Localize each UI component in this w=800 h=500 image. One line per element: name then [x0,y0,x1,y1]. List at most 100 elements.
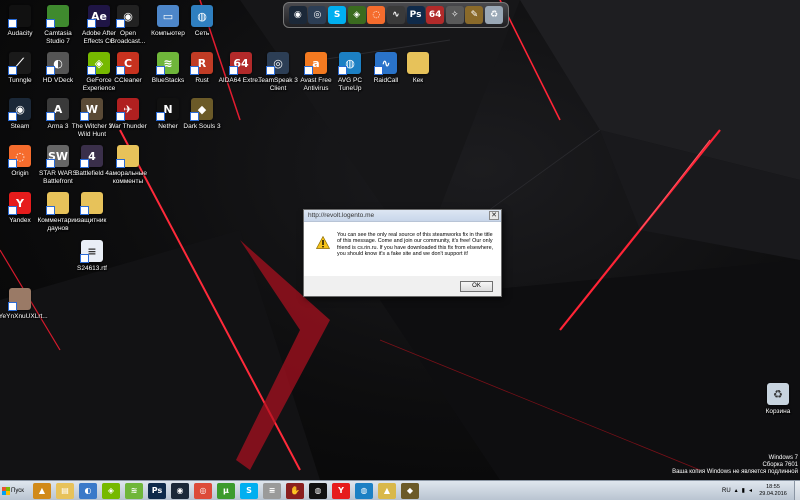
camtasia-icon [46,5,69,28]
icon-camtasia[interactable]: Camtasia Studio 7 [38,5,78,45]
windows-watermark: Windows 7 Сборка 7601 Ваша копия Windows… [672,455,798,476]
dark-souls3-icon: ◆ [190,98,213,121]
taskbar-razer-icon[interactable]: ◍ [309,482,327,499]
desktop-icon-label: Корзина [765,408,791,415]
raidcall-icon: ∿ [374,52,397,75]
dock-photoshop-icon[interactable]: Ps [406,6,425,24]
rtf-file-icon: ≡ [80,240,103,263]
taskbar-bluestacks-icon[interactable]: ≋ [125,482,143,499]
icon-steam[interactable]: ◉ Steam [0,98,40,131]
taskbar-steam-icon[interactable]: ◉ [171,482,189,499]
dialog-titlebar[interactable]: http://revolt.logento.me ✕ [304,210,501,222]
teamspeak-icon: ◎ [266,52,289,75]
taskbar-darksouls-icon[interactable]: ◆ [401,482,419,499]
taskbar-yandex-icon[interactable]: Y [332,482,350,499]
taskbar-nvidia-icon[interactable]: ◈ [102,482,120,499]
icon-network[interactable]: ◍ Сеть [182,5,222,38]
taskbar-utorrent-icon[interactable]: μ [217,482,235,499]
star-wars-icon: SW [46,145,69,168]
taskbar-avg-icon[interactable]: ◍ [355,482,373,499]
taskbar-skype-icon[interactable]: S [240,482,258,499]
audacity-icon [8,5,31,28]
icon-kek[interactable]: Кек [398,52,438,85]
dock-recycle-icon[interactable]: ♻ [485,6,504,24]
icon-image-file[interactable]: fYeYnXnuUXLrt... [0,288,48,321]
icon-zashchitnik[interactable]: защитник [72,192,112,225]
icon-tunngle[interactable]: ⟋ Tunngle [0,52,40,85]
taskbar-chrome-icon[interactable]: ◎ [194,482,212,499]
dock-paint-icon[interactable]: ✎ [465,6,484,24]
desktop-icon-label: Dark Souls 3 [183,123,221,130]
dock-origin-icon[interactable]: ◌ [367,6,386,24]
nether-icon: N [156,98,179,121]
taskbar-app-icon[interactable]: ▲ [378,482,396,499]
dock-geforce-icon[interactable]: ◈ [347,6,366,24]
icon-recycle-bin[interactable]: ♻ Корзина [758,383,798,416]
hd-vdeck-icon: ◐ [46,52,69,75]
desktop-icon-label: Сеть [194,30,210,37]
zashchitnik-icon [80,192,103,215]
taskbar-media-icon[interactable]: ◐ [79,482,97,499]
ccleaner-icon: C [116,52,139,75]
icon-hd-vdeck[interactable]: ◐ HD VDeck [38,52,78,85]
taskbar-vk-icon[interactable]: ≡ [263,482,281,499]
clock-date: 29.04.2016 [759,490,787,497]
desktop-icon-label: защитник [77,217,107,224]
icon-rust[interactable]: R Rust [182,52,222,85]
watermark-os: Windows 7 [768,455,798,461]
dock-steam-icon[interactable]: ◉ [288,6,307,24]
after-effects-icon: Ae [87,5,110,28]
start-button[interactable]: Пуск [0,482,26,500]
icon-war-thunder[interactable]: ✈ War Thunder [108,98,148,131]
tray-overflow-icon[interactable]: ▴ [735,487,738,494]
image-file-icon [8,288,31,311]
tunngle-icon: ⟋ [8,52,31,75]
icon-teamspeak[interactable]: ◎ TeamSpeak 3 Client [258,52,298,92]
dock-skype-icon[interactable]: S [328,6,347,24]
icon-obs[interactable]: ◉ Open Broadcast... [108,5,148,45]
dialog-title: http://revolt.logento.me [308,212,375,219]
icon-yandex[interactable]: Y Yandex [0,192,40,225]
icon-dark-souls3[interactable]: ◆ Dark Souls 3 [182,98,222,131]
taskbar-explorer-icon[interactable]: ▤ [56,482,74,499]
dialog-body: You can see the only real source of this… [304,222,501,276]
desktop-icon-label: fYeYnXnuUXLrt... [0,313,48,320]
dock-tools-icon[interactable]: ✧ [445,6,464,24]
avg-icon: ◍ [338,52,361,75]
taskbar-aimp-icon[interactable]: ▲ [33,482,51,499]
ok-button[interactable]: OK [460,281,493,292]
warning-icon [316,236,330,249]
taskbar-game-icon[interactable]: ✋ [286,482,304,499]
dock-teamspeak-icon[interactable]: ◎ [308,6,327,24]
top-dock: ◉ ◎ S ◈ ◌ ∿ Ps 64 ✧ ✎ ♻ [283,2,509,28]
language-indicator[interactable]: RU [722,488,731,494]
icon-avg[interactable]: ◍ AVG PC TuneUp [330,52,370,92]
aida64-icon: 64 [229,52,252,75]
war-thunder-icon: ✈ [116,98,139,121]
clock[interactable]: 18:55 29.04.2016 [756,484,790,497]
volume-icon[interactable]: ◂ [749,487,752,494]
dock-raidcall-icon[interactable]: ∿ [386,6,405,24]
recycle-bin-icon: ♻ [767,383,789,405]
yandex-icon: Y [8,192,31,215]
system-tray: RU ▴ ▮ ◂ 18:55 29.04.2016 [722,481,800,500]
taskbar-photoshop-icon[interactable]: Ps [148,482,166,499]
network-icon: ◍ [191,5,213,27]
icon-amoral-comments[interactable]: аморальные комменты [108,145,148,185]
icon-audacity[interactable]: Audacity [0,5,40,38]
icon-witcher3[interactable]: W The Witcher 3 Wild Hunt [72,98,112,138]
bluestacks-icon: ≋ [156,52,179,75]
icon-origin[interactable]: ◌ Origin [0,145,40,178]
dock-aida64-icon[interactable]: 64 [426,6,445,24]
desktop-icon-label: HD VDeck [42,77,74,84]
network-icon[interactable]: ▮ [742,487,745,494]
watermark-notice: Ваша копия Windows не является подлинной [672,469,798,475]
icon-rtf-file[interactable]: ≡ S24613.rtf [72,240,112,273]
amoral-comments-icon [116,145,139,168]
desktop-icon-label: аморальные комменты [109,170,147,185]
desktop-icon-label: Кек [412,77,424,84]
close-button[interactable]: ✕ [489,211,499,220]
geforce-icon: ◈ [87,52,110,75]
icon-ccleaner[interactable]: C CCleaner [108,52,148,85]
show-desktop-button[interactable] [794,481,800,500]
